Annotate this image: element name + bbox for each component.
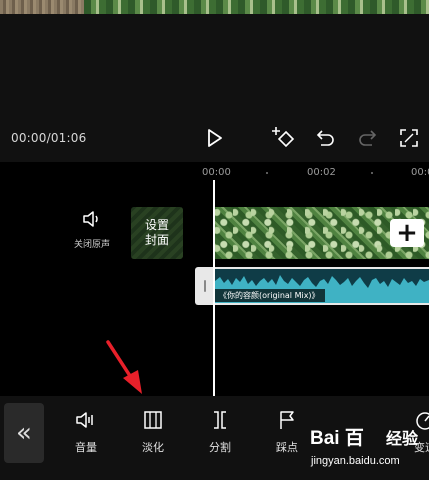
watermark-jingyan: 经验 (386, 429, 419, 448)
baidu-jingyan-watermark: Bai 百 经验 jingyan.baidu.com (310, 423, 429, 475)
beat-label: 踩点 (276, 441, 298, 454)
split-button[interactable]: 分割 (195, 410, 245, 455)
add-clip-button[interactable]: + (390, 219, 424, 247)
cover-label-line1: 设置 (144, 218, 169, 232)
ruler-label: 00:02 (307, 167, 336, 178)
ruler-dot (266, 172, 268, 174)
video-preview (0, 0, 429, 14)
redo-button[interactable] (355, 126, 379, 150)
ruler-dot (371, 172, 373, 174)
watermark-logo: Bai 百 (310, 428, 364, 449)
annotation-arrow-icon (106, 340, 142, 394)
fullscreen-button[interactable] (397, 126, 421, 150)
ruler-label: 00:0 (411, 167, 429, 178)
timeline[interactable]: 00:00 00:02 00:0 关闭原声 设置 封面 + 《你的容颜(orig… (0, 162, 429, 396)
redo-icon (359, 130, 377, 146)
beat-button[interactable]: 踩点 (262, 410, 312, 455)
fade-label: 淡化 (142, 441, 164, 454)
beat-flag-icon (280, 411, 294, 429)
playhead[interactable] (213, 180, 215, 396)
ruler-label: 00:00 (202, 167, 231, 178)
fade-button[interactable]: 淡化 (128, 410, 178, 455)
fullscreen-icon (400, 129, 418, 147)
mute-label: 关闭原声 (73, 240, 110, 250)
audio-trim-handle[interactable] (195, 267, 215, 305)
time-display: 00:00/01:06 (11, 131, 87, 145)
speaker-icon (83, 211, 98, 227)
volume-button[interactable]: 音量 (61, 410, 111, 455)
undo-icon (316, 130, 334, 146)
volume-icon (76, 412, 93, 428)
split-label: 分割 (209, 441, 231, 454)
mute-original-audio-button[interactable]: 关闭原声 (70, 210, 114, 251)
audio-title: 《你的容颜(original Mix)》 (214, 289, 325, 302)
volume-label: 音量 (75, 441, 97, 454)
set-cover-button[interactable]: 设置 封面 (131, 207, 183, 259)
playback-controls: 00:00/01:06 (0, 120, 429, 156)
split-icon (214, 411, 226, 429)
watermark-url: jingyan.baidu.com (311, 455, 400, 467)
play-icon (208, 129, 222, 147)
collapse-toolbar-button[interactable]: « (4, 403, 44, 463)
cover-label-line2: 封面 (144, 233, 169, 247)
undo-button[interactable] (314, 126, 338, 150)
preview-frame-left (0, 0, 84, 14)
keyframe-icon (272, 127, 295, 148)
play-button[interactable] (203, 126, 227, 150)
add-keyframe-button[interactable] (272, 126, 296, 150)
fade-icon (144, 411, 162, 429)
preview-frame-right (84, 0, 429, 14)
